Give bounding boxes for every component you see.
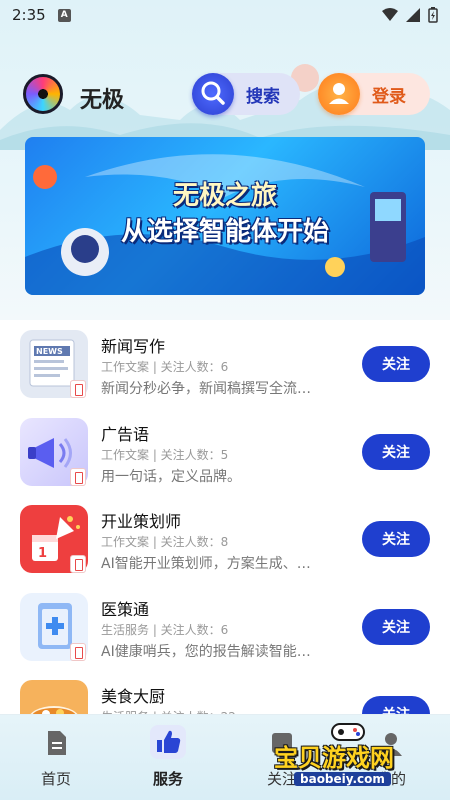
status-time: 2:35 (12, 6, 46, 24)
phone-badge-icon (70, 555, 86, 573)
item-title: 新闻写作 (101, 337, 166, 356)
follow-button[interactable]: 关注 (362, 346, 430, 382)
item-title: 医策通 (101, 599, 150, 619)
login-button[interactable]: 登录 (318, 73, 430, 115)
search-label: 搜索 (246, 86, 280, 107)
agent-list: NEWS 新闻写作 工作文案 | 关注人数：6 新闻分秒必争，新闻稿撰写全流… … (0, 320, 450, 758)
a-icon: A (57, 8, 71, 22)
status-bar: 2:35 A (0, 0, 450, 30)
search-icon (192, 73, 234, 115)
item-title: 美食大厨 (101, 687, 166, 706)
svg-text:NEWS: NEWS (36, 347, 63, 356)
item-description: 用一句话，定义品牌。 (101, 468, 241, 485)
list-item[interactable]: 1 开业策划师 工作文案 | 关注人数：8 AI智能开业策划师，方案生成、… 关… (0, 495, 450, 583)
phone-badge-icon (70, 467, 86, 486)
item-meta: 工作文案 | 关注人数：6 (101, 360, 229, 374)
user-icon (318, 73, 360, 115)
phone-badge-icon (70, 642, 86, 661)
thumbs-up-icon (150, 725, 186, 759)
follow-button[interactable]: 关注 (362, 433, 430, 470)
nav-home[interactable]: 首页 (11, 715, 101, 800)
item-meta: 工作文案 | 关注人数：8 (101, 535, 229, 549)
nav-home-label: 首页 (40, 770, 71, 788)
watermark-text: 宝贝游戏网 (274, 744, 394, 772)
banner-subtitle: 从选择智能体开始 (120, 217, 329, 247)
app-header: 无极 搜索 登录 (0, 68, 450, 122)
login-label: 登录 (372, 86, 406, 107)
follow-button[interactable]: 关注 (362, 608, 430, 645)
banner-title: 无极之旅 (172, 181, 277, 211)
list-item[interactable]: 医策通 生活服务 | 关注人数：6 AI健康哨兵，您的报告解读智能… 关注 (0, 583, 450, 671)
list-item[interactable]: NEWS 新闻写作 工作文案 | 关注人数：6 新闻分秒必争，新闻稿撰写全流… … (0, 320, 450, 408)
item-title: 开业策划师 (101, 512, 182, 531)
item-description: AI智能开业策划师，方案生成、… (101, 556, 311, 572)
phone-badge-icon (70, 380, 86, 398)
item-description: 新闻分秒必争，新闻稿撰写全流… (101, 381, 311, 397)
item-title: 广告语 (101, 424, 150, 444)
battery-icon (428, 7, 438, 23)
promo-banner[interactable]: 无极之旅 从选择智能体开始 (25, 137, 425, 295)
svg-text:1: 1 (38, 546, 47, 561)
search-button[interactable]: 搜索 (192, 73, 300, 115)
wifi-icon (382, 8, 398, 21)
nav-service-label: 服务 (152, 770, 183, 788)
nav-service[interactable]: 服务 (123, 715, 213, 800)
item-meta: 工作文案 | 关注人数：5 (101, 447, 229, 462)
watermark-url: baobeiy.com (294, 772, 391, 786)
signal-icon (406, 8, 420, 22)
list-item[interactable]: 广告语 工作文案 | 关注人数：5 用一句话，定义品牌。 关注 (0, 408, 450, 496)
follow-button[interactable]: 关注 (362, 521, 430, 557)
app-logo (23, 74, 63, 114)
item-meta: 生活服务 | 关注人数：6 (101, 622, 229, 637)
item-description: AI健康哨兵，您的报告解读智能… (101, 643, 311, 660)
site-watermark: 宝贝游戏网 baobeiy.com (272, 718, 422, 798)
document-icon (42, 729, 70, 757)
app-name: 无极 (80, 88, 125, 113)
